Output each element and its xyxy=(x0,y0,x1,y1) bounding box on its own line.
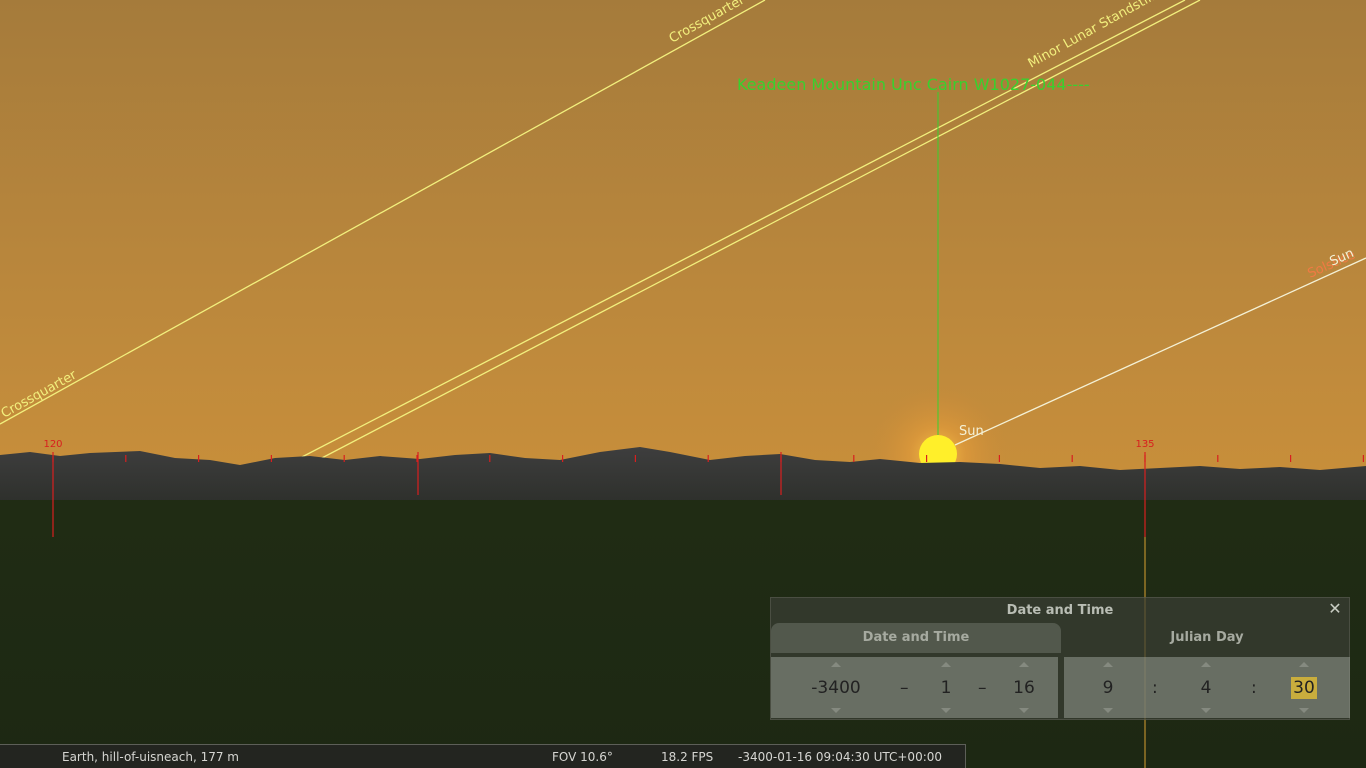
dialog-title: Date and Time xyxy=(1006,603,1114,618)
azimuth-label-120: 120 xyxy=(43,439,62,450)
month-spinbox[interactable]: 1 xyxy=(926,657,966,718)
azimuth-label-135: 135 xyxy=(1135,439,1154,450)
tab-julian-day[interactable]: Julian Day xyxy=(1063,623,1351,653)
date-separator: – xyxy=(978,678,987,698)
day-value[interactable]: 16 xyxy=(1004,677,1044,699)
year-down-arrow-icon[interactable] xyxy=(831,708,841,713)
datetime-status[interactable]: -3400-01-16 09:04:30 UTC+00:00 xyxy=(738,750,942,764)
minute-value[interactable]: 4 xyxy=(1186,677,1226,699)
fps-status: 18.2 FPS xyxy=(661,750,714,764)
year-spinbox[interactable]: -3400 xyxy=(801,657,871,718)
month-up-arrow-icon[interactable] xyxy=(941,662,951,667)
second-down-arrow-icon[interactable] xyxy=(1299,708,1309,713)
fov-status: FOV 10.6° xyxy=(552,750,613,764)
time-separator: : xyxy=(1152,678,1158,698)
time-separator: : xyxy=(1251,678,1257,698)
day-spinbox[interactable]: 16 xyxy=(1004,657,1044,718)
month-value[interactable]: 1 xyxy=(926,677,966,699)
second-spinbox[interactable]: 30 xyxy=(1284,657,1324,718)
year-up-arrow-icon[interactable] xyxy=(831,662,841,667)
day-down-arrow-icon[interactable] xyxy=(1019,708,1029,713)
second-value-text[interactable]: 30 xyxy=(1291,677,1317,699)
hour-down-arrow-icon[interactable] xyxy=(1103,708,1113,713)
close-icon[interactable]: ✕ xyxy=(1327,600,1343,618)
minute-down-arrow-icon[interactable] xyxy=(1201,708,1211,713)
year-value[interactable]: -3400 xyxy=(801,677,871,699)
target-label[interactable]: Keadeen Mountain Unc Cairn W1027-044---- xyxy=(737,75,1090,94)
day-up-arrow-icon[interactable] xyxy=(1019,662,1029,667)
second-value[interactable]: 30 xyxy=(1284,677,1324,699)
hour-value[interactable]: 9 xyxy=(1088,677,1128,699)
status-bar: Earth, hill-of-uisneach, 177 m FOV 10.6°… xyxy=(0,744,966,768)
date-separator: – xyxy=(900,678,909,698)
minute-spinbox[interactable]: 4 xyxy=(1186,657,1226,718)
hour-spinbox[interactable]: 9 xyxy=(1088,657,1128,718)
location-status[interactable]: Earth, hill-of-uisneach, 177 m xyxy=(62,750,239,764)
date-time-dialog[interactable]: Date and Time ✕ Date and Time Julian Day… xyxy=(770,597,1350,720)
minute-up-arrow-icon[interactable] xyxy=(1201,662,1211,667)
hour-up-arrow-icon[interactable] xyxy=(1103,662,1113,667)
tab-date-and-time[interactable]: Date and Time xyxy=(771,623,1061,653)
time-panel: 9 : 4 : 30 xyxy=(1064,657,1350,718)
sky-background xyxy=(0,0,1366,500)
month-down-arrow-icon[interactable] xyxy=(941,708,951,713)
second-up-arrow-icon[interactable] xyxy=(1299,662,1309,667)
date-panel: -3400 – 1 – 16 xyxy=(771,657,1058,718)
sun-label[interactable]: Sun xyxy=(959,424,984,439)
